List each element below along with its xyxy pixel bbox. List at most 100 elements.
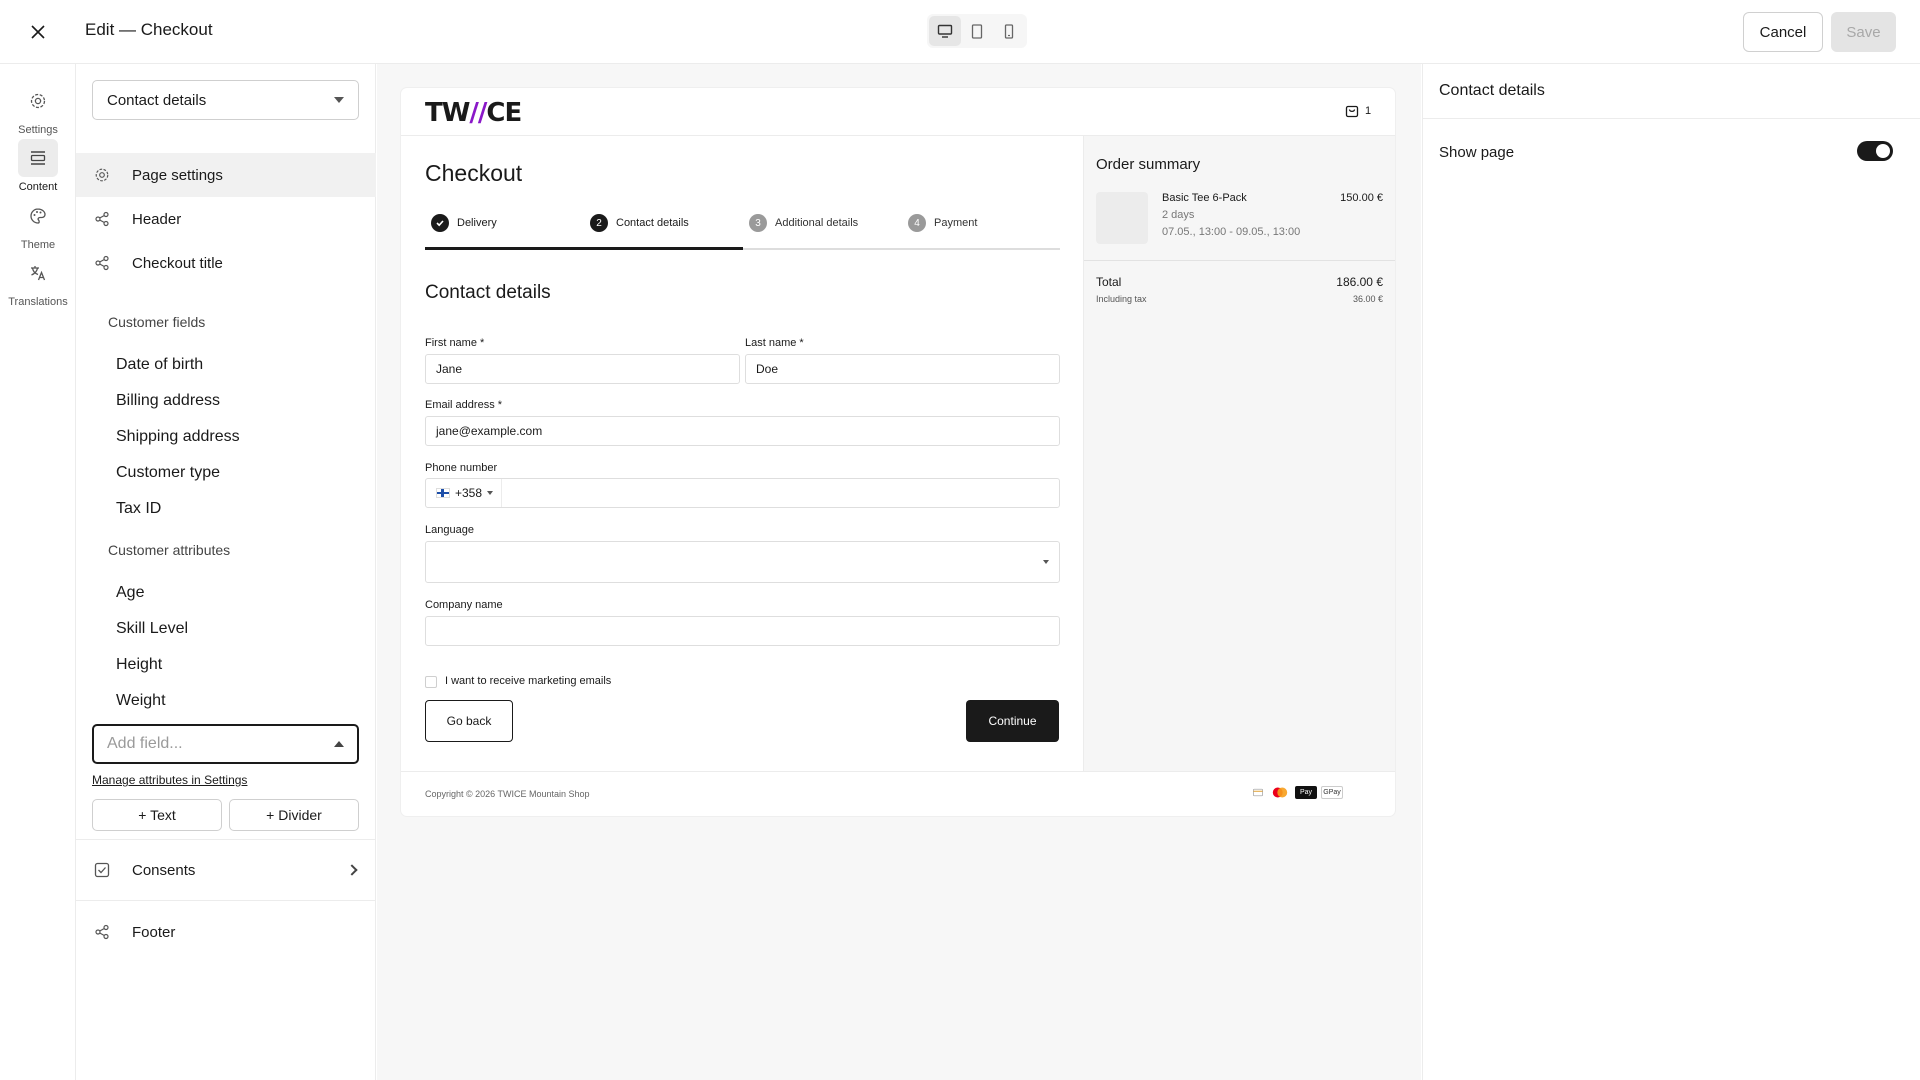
card-icon [1251,786,1265,799]
share-icon [92,922,112,942]
nav-footer[interactable]: Footer [76,910,376,954]
add-field-placeholder: Add field... [107,735,183,752]
apple-pay-label: Pay [1299,789,1313,796]
field-item[interactable]: Shipping address [116,428,240,446]
mastercard-icon [1269,786,1291,799]
gear-icon [18,82,58,120]
checkout-steps: Delivery 2 Contact details 3 Additional … [425,212,1060,250]
go-back-button[interactable]: Go back [425,700,513,742]
rail-item-settings[interactable]: Settings [0,82,76,136]
logo-mark: // [469,98,487,128]
add-divider-button[interactable]: + Divider [229,799,359,831]
check-icon [431,214,449,232]
manage-attributes-link[interactable]: Manage attributes in Settings [92,773,247,787]
add-field-select[interactable]: Add field... [92,724,359,764]
nav-label: Header [132,210,182,228]
show-page-toggle[interactable] [1857,141,1893,161]
field-item[interactable]: Date of birth [116,356,203,374]
nav-header[interactable]: Header [76,197,376,241]
share-icon [92,209,112,229]
phone-input[interactable]: +358 [425,478,1060,508]
marketing-checkbox[interactable] [425,676,437,688]
tablet-view-icon[interactable] [961,16,993,46]
divider [76,839,376,840]
preview-canvas: TW//CE 1 Checkout Delivery 2 Contact det… [377,64,1421,1080]
attribute-item[interactable]: Age [116,584,144,602]
brand-logo: TW//CE [425,98,522,128]
checkout-preview: TW//CE 1 Checkout Delivery 2 Contact det… [401,88,1395,816]
phone-prefix-value: +358 [455,486,483,500]
nav-label: Checkout title [132,254,223,272]
step-progress-bar [425,247,743,250]
product-name: Basic Tee 6-Pack [1162,192,1247,204]
order-summary: Order summary Basic Tee 6-Pack 150.00 € … [1083,136,1395,771]
rail-item-theme[interactable]: Theme [0,197,76,251]
step-number: 4 [908,214,926,232]
checkbox-icon [92,860,112,880]
total-value: 186.00 € [1336,275,1383,289]
step-number: 2 [590,214,608,232]
nav-checkout-title[interactable]: Checkout title [76,241,376,285]
chevron-down-icon [334,97,344,103]
last-name-input[interactable]: Doe [745,354,1060,384]
company-name-input[interactable] [425,616,1060,646]
step-label: Delivery [457,217,497,229]
attribute-item[interactable]: Height [116,656,162,674]
logo-left: TW [425,98,470,128]
step-contact-details[interactable]: 2 Contact details [590,214,689,232]
product-price: 150.00 € [1340,192,1383,204]
product-duration: 2 days [1162,209,1195,221]
top-bar: Edit — Checkout Cancel Save [0,0,1920,64]
google-pay-label: GPay [1323,789,1341,796]
finland-flag-icon [436,488,450,498]
google-pay-icon: GPay [1321,786,1343,799]
payment-icons: Pay GPay [1251,786,1343,799]
checkout-title: Checkout [425,160,523,186]
section-title: Contact details [425,282,551,303]
rail-label: Content [18,181,58,193]
field-item[interactable]: Billing address [116,392,220,410]
first-name-input[interactable]: Jane [425,354,740,384]
desktop-view-icon[interactable] [929,16,961,46]
nav-consents[interactable]: Consents [76,848,376,892]
attribute-item[interactable]: Skill Level [116,620,188,638]
email-label: Email address * [425,399,503,411]
preview-footer: Copyright © 2026 TWICE Mountain Shop Pay… [401,771,1395,816]
logo-right: CE [486,98,522,128]
language-select[interactable] [425,541,1060,583]
order-summary-title: Order summary [1096,156,1201,173]
phone-country-select[interactable]: +358 [436,479,503,507]
cart-button[interactable]: 1 [1345,104,1371,118]
properties-panel: Contact details Show page [1422,64,1920,1080]
show-page-label: Show page [1439,144,1515,161]
step-additional-details[interactable]: 3 Additional details [749,214,858,232]
field-item[interactable]: Customer type [116,464,220,482]
attribute-item[interactable]: Weight [116,692,166,710]
step-payment[interactable]: 4 Payment [908,214,977,232]
section-select[interactable]: Contact details [92,80,359,120]
nav-page-settings[interactable]: Page settings [76,153,376,197]
last-name-value: Doe [756,362,779,376]
rail-item-content[interactable]: Content [0,139,76,193]
field-item[interactable]: Tax ID [116,500,161,518]
step-delivery[interactable]: Delivery [431,214,497,232]
rail-item-translations[interactable]: Translations [0,254,76,308]
marketing-checkbox-label: I want to receive marketing emails [445,675,612,687]
mobile-view-icon[interactable] [993,16,1025,46]
email-input[interactable]: jane@example.com [425,416,1060,446]
chevron-up-icon [334,741,344,747]
icon-rail: Settings Content Theme Translations [0,64,76,1080]
save-button[interactable]: Save [1831,12,1896,52]
total-label: Total [1096,275,1122,289]
last-name-label: Last name * [745,337,804,349]
cancel-button[interactable]: Cancel [1743,12,1823,52]
section-select-value: Contact details [107,91,207,109]
tax-value: 36.00 € [1352,294,1383,304]
checkout-main: Checkout Delivery 2 Contact details 3 Ad… [401,136,1083,771]
add-text-button[interactable]: + Text [92,799,222,831]
divider [76,900,376,901]
cart-icon [1345,105,1359,118]
continue-button[interactable]: Continue [966,700,1059,742]
close-icon[interactable] [24,20,52,44]
nav-label: Footer [132,923,176,941]
